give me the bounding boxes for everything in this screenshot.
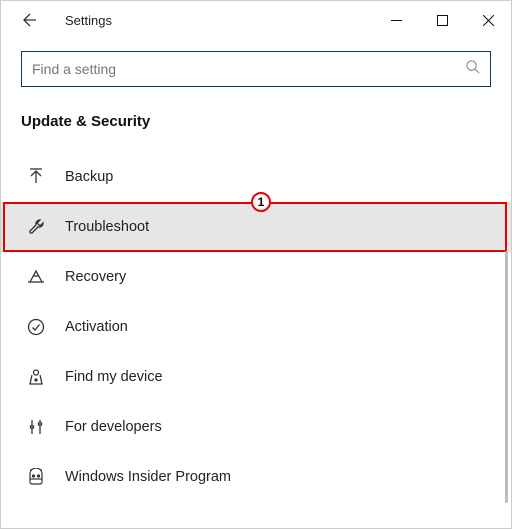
nav-item-label: For developers xyxy=(65,419,162,435)
search-input[interactable] xyxy=(32,61,465,77)
scrollbar[interactable] xyxy=(505,251,508,503)
search-box[interactable] xyxy=(21,51,491,87)
developer-tools-icon xyxy=(25,416,47,438)
windows-insider-icon xyxy=(25,466,47,488)
backup-arrow-icon xyxy=(25,166,47,188)
nav-item-activation[interactable]: Activation xyxy=(1,302,511,352)
nav-item-label: Backup xyxy=(65,169,113,185)
window-controls xyxy=(373,4,511,36)
content-area: Update & Security Backup Troubleshoo xyxy=(1,39,511,528)
minimize-icon xyxy=(391,15,402,26)
nav-item-label: Find my device xyxy=(65,369,163,385)
nav-item-troubleshoot[interactable]: Troubleshoot xyxy=(1,202,511,252)
nav-list: Backup Troubleshoot Re xyxy=(1,152,511,502)
wrench-icon xyxy=(25,216,47,238)
nav-item-recovery[interactable]: Recovery xyxy=(1,252,511,302)
back-button[interactable] xyxy=(15,6,43,34)
nav-item-label: Windows Insider Program xyxy=(65,469,231,485)
maximize-icon xyxy=(437,15,448,26)
find-device-icon xyxy=(25,366,47,388)
nav-item-label: Activation xyxy=(65,319,128,335)
nav-item-for-developers[interactable]: For developers xyxy=(1,402,511,452)
close-icon xyxy=(483,15,494,26)
minimize-button[interactable] xyxy=(373,4,419,36)
search-icon xyxy=(465,59,480,79)
recovery-icon xyxy=(25,266,47,288)
maximize-button[interactable] xyxy=(419,4,465,36)
section-title: Update & Security xyxy=(21,113,491,130)
arrow-left-icon xyxy=(21,12,37,28)
titlebar: Settings xyxy=(1,1,511,39)
nav-item-windows-insider[interactable]: Windows Insider Program xyxy=(1,452,511,502)
close-button[interactable] xyxy=(465,4,511,36)
nav-item-label: Recovery xyxy=(65,269,126,285)
nav-item-backup[interactable]: Backup xyxy=(1,152,511,202)
nav-item-label: Troubleshoot xyxy=(65,219,149,235)
nav-item-find-my-device[interactable]: Find my device xyxy=(1,352,511,402)
window-title: Settings xyxy=(65,13,112,28)
check-circle-icon xyxy=(25,316,47,338)
settings-window: Settings xyxy=(0,0,512,529)
